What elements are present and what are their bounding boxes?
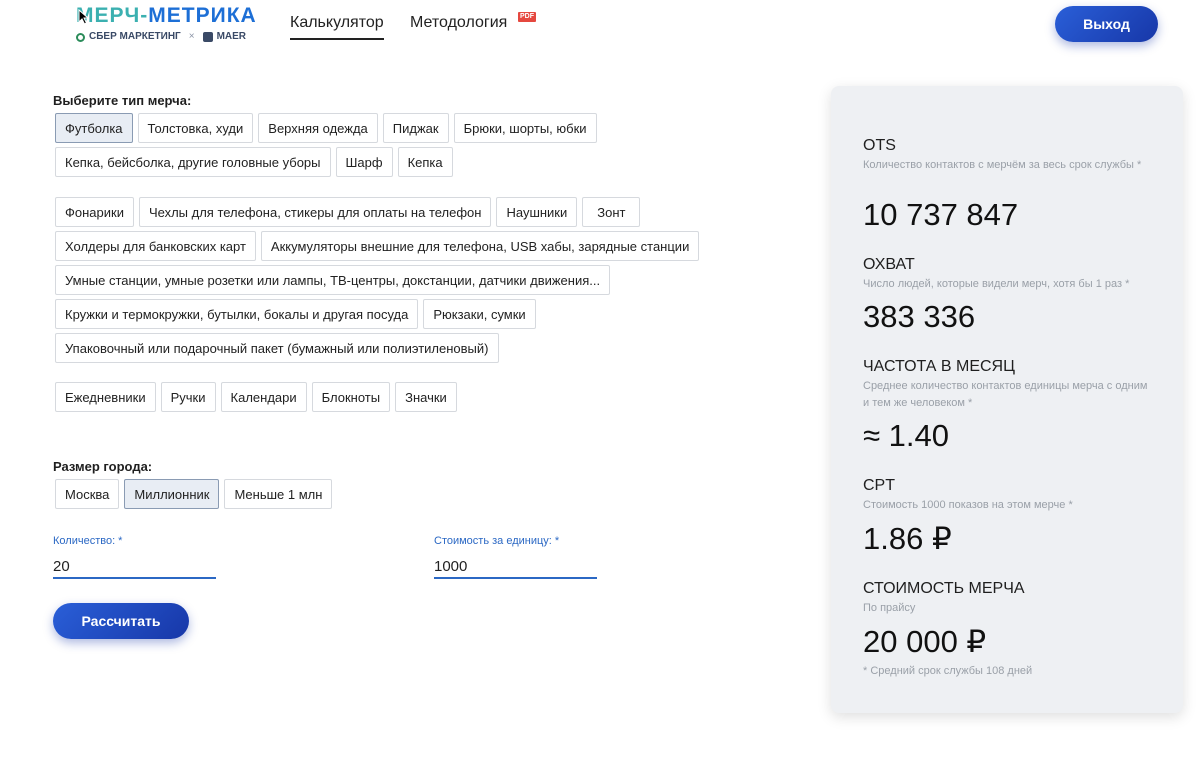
merch-chip-row: Фонарики Чехлы для телефона, стикеры для… [55, 197, 641, 227]
city-size-label: Размер города: [53, 459, 153, 474]
pdf-badge: PDF [518, 12, 536, 22]
cpt-title: CPT [863, 477, 895, 494]
unit-cost-label: Стоимость за единицу: * [434, 535, 560, 547]
mouse-cursor-icon [78, 9, 90, 25]
chip-phone-cases[interactable]: Чехлы для телефона, стикеры для оплаты н… [138, 197, 492, 227]
chip-jacket[interactable]: Пиджак [382, 113, 449, 143]
chip-cap[interactable]: Кепка [397, 147, 453, 177]
ots-description: Количество контактов с мерчём за весь ср… [863, 159, 1142, 171]
reach-title: ОХВАТ [863, 256, 915, 273]
chip-tshirt[interactable]: Футболка [55, 113, 133, 143]
chip-hoodie[interactable]: Толстовка, худи [137, 113, 254, 143]
chip-card-holders[interactable]: Холдеры для банковских карт [55, 231, 256, 261]
ots-title: OTS [863, 137, 896, 154]
chip-under-million[interactable]: Меньше 1 млн [224, 479, 333, 509]
chip-millionaire-city[interactable]: Миллионник [124, 479, 220, 509]
chip-gift-bag[interactable]: Упаковочный или подарочный пакет (бумажн… [55, 333, 499, 363]
logo-title: МЕРЧ-МЕТРИКА [76, 4, 257, 28]
chip-caps-headwear[interactable]: Кепка, бейсболка, другие головные уборы [55, 147, 331, 177]
calculate-button[interactable]: Рассчитать [53, 603, 189, 639]
chip-umbrella[interactable]: Зонт [582, 197, 641, 227]
merch-chip-row: Холдеры для банковских карт Аккумуляторы… [55, 231, 700, 261]
chip-moscow[interactable]: Москва [55, 479, 120, 509]
cpt-description: Стоимость 1000 показов на этом мерче * [863, 499, 1073, 511]
results-panel: OTS Количество контактов с мерчём за вес… [831, 86, 1183, 713]
chip-planners[interactable]: Ежедневники [55, 382, 156, 412]
merch-chip-row: Кружки и термокружки, бутылки, бокалы и … [55, 299, 536, 329]
chip-flashlights[interactable]: Фонарики [55, 197, 134, 227]
cpt-value: 1.86 ₽ [863, 521, 952, 556]
chip-scarf[interactable]: Шарф [335, 147, 393, 177]
chip-trousers[interactable]: Брюки, шорты, юбки [453, 113, 597, 143]
chip-pens[interactable]: Ручки [160, 382, 216, 412]
chip-headphones[interactable]: Наушники [496, 197, 578, 227]
sber-logo-icon [76, 32, 85, 42]
merch-type-label: Выберите тип мерча: [53, 93, 192, 108]
logo[interactable]: МЕРЧ-МЕТРИКА СБЕР МАРКЕТИНГ × MAER [76, 4, 271, 48]
reach-value: 383 336 [863, 299, 976, 334]
merch-cost-title: СТОИМОСТЬ МЕРЧА [863, 580, 1025, 597]
quantity-input[interactable] [53, 555, 216, 579]
logo-maer-text: MAER [216, 31, 247, 42]
chip-badges[interactable]: Значки [395, 382, 457, 412]
unit-cost-input[interactable] [434, 555, 597, 579]
reach-description: Число людей, которые видели мерч, хотя б… [863, 278, 1130, 290]
chip-backpacks[interactable]: Рюкзаки, сумки [423, 299, 536, 329]
merch-chip-row: Упаковочный или подарочный пакет (бумажн… [55, 333, 499, 363]
frequency-description: Среднее количество контактов единицы мер… [863, 380, 1148, 409]
tab-calculator[interactable]: Калькулятор [290, 13, 384, 40]
maer-logo-icon [202, 32, 213, 42]
logo-partners: СБЕР МАРКЕТИНГ × MAER [76, 31, 246, 43]
merch-chip-row: Кепка, бейсболка, другие головные уборы … [55, 147, 453, 177]
merch-cost-value: 20 000 ₽ [863, 624, 987, 659]
exit-button[interactable]: Выход [1055, 6, 1158, 42]
tab-methodology[interactable]: Методология [410, 13, 507, 33]
city-chip-row: Москва Миллионник Меньше 1 млн [55, 479, 333, 509]
frequency-title: ЧАСТОТА В МЕСЯЦ [863, 358, 1015, 375]
frequency-value: ≈ 1.40 [863, 418, 949, 453]
ots-value: 10 737 847 [863, 197, 1019, 232]
chip-notebooks[interactable]: Блокноты [311, 382, 391, 412]
merch-chip-row: Футболка Толстовка, худи Верхняя одежда … [55, 113, 597, 143]
chip-power-banks[interactable]: Аккумуляторы внешние для телефона, USB х… [260, 231, 700, 261]
lifetime-footnote: * Средний срок службы 108 дней [863, 665, 1033, 677]
merch-cost-description: По прайсу [863, 602, 916, 614]
merch-chip-row: Ежедневники Ручки Календари Блокноты Зна… [55, 382, 457, 412]
logo-sber-text: СБЕР МАРКЕТИНГ [89, 31, 181, 42]
logo-title-part2: МЕТРИКА [148, 4, 257, 27]
header: МЕРЧ-МЕТРИКА СБЕР МАРКЕТИНГ × MAER Кальк… [0, 0, 1200, 70]
merch-chip-row: Умные станции, умные розетки или лампы, … [55, 265, 611, 295]
quantity-field: Количество: * [53, 535, 216, 579]
logo-times: × [188, 31, 195, 42]
chip-smart-devices[interactable]: Умные станции, умные розетки или лампы, … [55, 265, 611, 295]
unit-cost-field: Стоимость за единицу: * [434, 535, 597, 579]
chip-calendars[interactable]: Календари [220, 382, 307, 412]
quantity-label: Количество: * [53, 535, 123, 547]
chip-outerwear[interactable]: Верхняя одежда [258, 113, 378, 143]
chip-mugs[interactable]: Кружки и термокружки, бутылки, бокалы и … [55, 299, 419, 329]
